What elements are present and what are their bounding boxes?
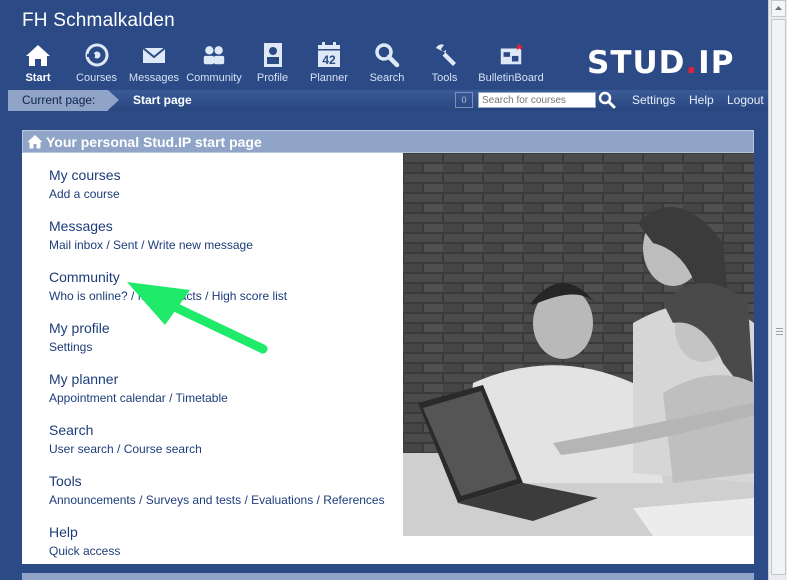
breadcrumb-arrow bbox=[108, 90, 119, 110]
section-title[interactable]: Help bbox=[49, 524, 385, 540]
section-title[interactable]: Messages bbox=[49, 218, 385, 234]
section-help: Help Quick access bbox=[49, 524, 385, 575]
vertical-scrollbar[interactable] bbox=[768, 0, 787, 580]
profile-icon bbox=[260, 42, 286, 68]
section-my-planner: My planner Appointment calendar / Timeta… bbox=[49, 371, 385, 422]
settings-link[interactable]: Settings bbox=[632, 93, 675, 107]
nav-start[interactable]: Start bbox=[8, 40, 68, 90]
write-message-link[interactable]: Write new message bbox=[148, 238, 253, 252]
magnifier-icon bbox=[374, 42, 400, 68]
footer-strip bbox=[22, 573, 754, 580]
quick-access-link[interactable]: Quick access bbox=[49, 544, 120, 558]
nav-messages[interactable]: Messages bbox=[125, 40, 183, 90]
logo-text: STUD bbox=[587, 45, 686, 81]
section-search: Search User search / Course search bbox=[49, 422, 385, 473]
logo-dot: . bbox=[685, 45, 699, 81]
current-page-label: Current page: bbox=[22, 93, 96, 107]
section-messages: Messages Mail inbox / Sent / Write new m… bbox=[49, 218, 385, 269]
wrench-icon bbox=[432, 42, 458, 68]
section-title[interactable]: My courses bbox=[49, 167, 385, 183]
main-navigation: Start Courses Messages Community Profile… bbox=[8, 40, 549, 90]
section-title[interactable]: My profile bbox=[49, 320, 385, 336]
search-icon[interactable] bbox=[598, 91, 616, 109]
home-icon bbox=[25, 42, 51, 68]
nav-search[interactable]: Search bbox=[358, 40, 416, 90]
who-is-online-link[interactable]: Who is online? bbox=[49, 289, 128, 303]
logo-text-end: IP bbox=[698, 45, 735, 81]
user-search-link[interactable]: User search bbox=[49, 442, 114, 456]
my-contacts-link[interactable]: My contacts bbox=[138, 289, 202, 303]
envelope-icon bbox=[141, 42, 167, 68]
current-page-name: Start page bbox=[133, 93, 192, 107]
nav-bulletinboard[interactable]: BulletinBoard bbox=[473, 40, 549, 90]
nav-label: Profile bbox=[256, 72, 289, 84]
panel-title: Your personal Stud.IP start page bbox=[46, 134, 262, 150]
section-my-courses: My courses Add a course bbox=[49, 167, 385, 218]
section-title[interactable]: Search bbox=[49, 422, 385, 438]
nav-label: Start bbox=[25, 72, 51, 84]
start-page-content: My courses Add a course Messages Mail in… bbox=[22, 153, 754, 564]
planner-badge: 42 bbox=[322, 53, 336, 67]
section-community: Community Who is online? / My contacts /… bbox=[49, 269, 385, 320]
courses-icon bbox=[84, 42, 110, 68]
nav-profile[interactable]: Profile bbox=[245, 40, 300, 90]
home-icon bbox=[27, 134, 43, 154]
nav-label: Messages bbox=[128, 72, 180, 84]
surveys-link[interactable]: Surveys and tests bbox=[146, 493, 241, 507]
nav-planner[interactable]: 42 Planner bbox=[300, 40, 358, 90]
logout-link[interactable]: Logout bbox=[727, 93, 764, 107]
start-menu: My courses Add a course Messages Mail in… bbox=[49, 167, 385, 575]
nav-tools[interactable]: Tools bbox=[416, 40, 473, 90]
bulletinboard-icon bbox=[498, 42, 524, 68]
calendar-icon: 42 bbox=[316, 42, 342, 68]
nav-label: Search bbox=[369, 72, 405, 84]
section-title[interactable]: My planner bbox=[49, 371, 385, 387]
nav-courses[interactable]: Courses bbox=[68, 40, 125, 90]
breadcrumb: Current page: Start page 0 Settings Help… bbox=[8, 90, 768, 111]
scroll-up-button[interactable] bbox=[771, 0, 786, 17]
nav-label: Courses bbox=[76, 72, 117, 84]
app-window: FH Schmalkalden Start Courses Messages C… bbox=[0, 0, 768, 580]
scrollbar-thumb[interactable] bbox=[771, 19, 786, 575]
add-course-link[interactable]: Add a course bbox=[49, 187, 120, 201]
nav-label: Planner bbox=[310, 72, 348, 84]
timetable-link[interactable]: Timetable bbox=[176, 391, 228, 405]
course-search-input[interactable] bbox=[478, 92, 596, 108]
people-icon bbox=[201, 42, 227, 68]
course-search-link[interactable]: Course search bbox=[124, 442, 202, 456]
high-score-list-link[interactable]: High score list bbox=[212, 289, 287, 303]
section-my-profile: My profile Settings bbox=[49, 320, 385, 371]
institution-title: FH Schmalkalden bbox=[22, 10, 175, 31]
sent-link[interactable]: Sent bbox=[113, 238, 138, 252]
references-link[interactable]: References bbox=[323, 493, 384, 507]
nav-label: Tools bbox=[431, 72, 458, 84]
students-photo bbox=[403, 153, 754, 536]
mail-inbox-link[interactable]: Mail inbox bbox=[49, 238, 103, 252]
notification-count[interactable]: 0 bbox=[455, 92, 473, 108]
help-link[interactable]: Help bbox=[689, 93, 714, 107]
grip-icon bbox=[776, 328, 783, 336]
nav-label: Community bbox=[186, 72, 242, 84]
studip-logo[interactable]: STUD.IP bbox=[587, 45, 734, 81]
current-page-label-box: Current page: bbox=[8, 90, 108, 111]
section-tools: Tools Announcements / Surveys and tests … bbox=[49, 473, 385, 507]
section-title[interactable]: Community bbox=[49, 269, 385, 285]
panel-header: Your personal Stud.IP start page bbox=[22, 130, 754, 153]
announcements-link[interactable]: Announcements bbox=[49, 493, 136, 507]
profile-settings-link[interactable]: Settings bbox=[49, 340, 92, 354]
nav-label: BulletinBoard bbox=[478, 72, 544, 84]
section-title[interactable]: Tools bbox=[49, 473, 385, 489]
evaluations-link[interactable]: Evaluations bbox=[251, 493, 313, 507]
nav-community[interactable]: Community bbox=[183, 40, 245, 90]
appointment-calendar-link[interactable]: Appointment calendar bbox=[49, 391, 166, 405]
